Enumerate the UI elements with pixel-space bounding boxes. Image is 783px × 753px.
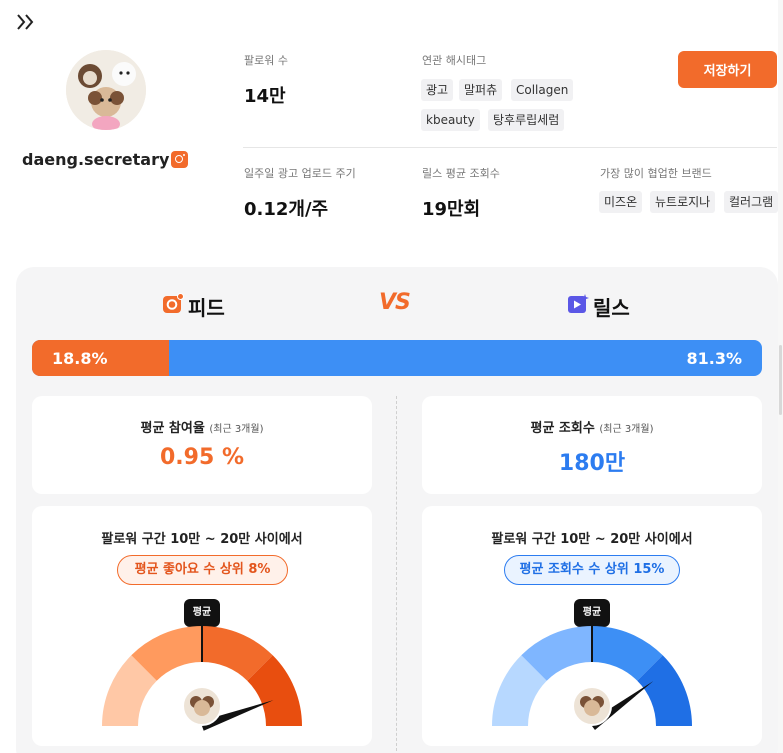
brand-chip[interactable]: 미즈온	[599, 191, 643, 213]
hashtag-chip[interactable]: kbeauty	[421, 109, 480, 131]
share-split-bar: 18.8% 81.3%	[32, 340, 762, 376]
avatar	[66, 50, 146, 130]
followers-label: 팔로워 수	[244, 54, 288, 67]
ad-cycle-value: 0.12개/주	[244, 199, 329, 220]
reels-title: 릴스	[593, 296, 630, 320]
hashtags-label: 연관 해시태그	[422, 54, 487, 67]
reels-gauge-segment	[636, 655, 692, 727]
reels-avg-card: 평균 조회수 (최근 3개월) 180만	[422, 396, 762, 494]
feed-title: 피드	[188, 296, 225, 320]
hashtag-chip[interactable]: Collagen	[511, 79, 574, 101]
feed-gauge-segment	[201, 626, 273, 682]
instagram-icon[interactable]	[171, 151, 188, 168]
feed-share-label: 18.8%	[52, 349, 108, 368]
center-divider	[396, 396, 397, 753]
reels-rank-card: 팔로워 구간 10만 ~ 20만 사이에서 평균 조회수 수 상위 15% 평균	[422, 506, 762, 746]
reels-gauge-segment	[521, 626, 593, 682]
scrollbar-thumb[interactable]	[779, 345, 782, 415]
username: daeng.secretary	[22, 150, 170, 169]
followers-value: 14만	[244, 86, 286, 107]
feed-gauge-segment	[246, 655, 302, 727]
hashtag-chip[interactable]: 탕후루립세럼	[488, 109, 565, 131]
feed-gauge	[102, 626, 302, 731]
save-button[interactable]: 저장하기	[678, 51, 777, 88]
reels-share-label: 81.3%	[686, 349, 742, 368]
reels-views-label: 릴스 평균 조회수	[422, 167, 500, 180]
reels-gauge-segment	[492, 655, 548, 727]
camera-icon	[163, 293, 184, 313]
divider	[243, 147, 777, 148]
brands-label: 가장 많이 협업한 브랜드	[600, 167, 712, 180]
feed-gauge-segment	[102, 655, 158, 727]
feed-avg-value: 0.95 %	[160, 445, 244, 470]
reels-gauge	[492, 626, 692, 731]
hashtag-chip[interactable]: 광고	[421, 79, 454, 101]
reels-gauge-avatar-face	[584, 700, 600, 716]
hashtag-chip[interactable]: 말퍼츄	[459, 79, 503, 101]
double-chevron-right-icon[interactable]	[14, 10, 38, 34]
feed-avg-title: 평균 참여율 (최근 3개월)	[140, 421, 264, 436]
brand-chip[interactable]: 뉴트로지나	[650, 191, 716, 213]
vs-label: VS	[379, 290, 411, 315]
reels-avg-title: 평균 조회수 (최근 3개월)	[530, 421, 654, 436]
feed-gauge-segment	[131, 626, 203, 682]
ad-cycle-label: 일주일 광고 업로드 주기	[244, 167, 356, 180]
brand-chip[interactable]: 컬러그램	[724, 191, 779, 213]
reels-gauge-segment	[591, 626, 663, 682]
video-play-icon	[568, 294, 589, 313]
reels-avg-value: 180만	[558, 451, 626, 476]
feed-avg-card: 평균 참여율 (최근 3개월) 0.95 %	[32, 396, 372, 494]
feed-rank-card: 팔로워 구간 10만 ~ 20만 사이에서 평균 좋아요 수 상위 8% 평균	[32, 506, 372, 746]
feed-gauge-avatar-face	[194, 700, 210, 716]
reels-views-value: 19만회	[422, 199, 481, 220]
